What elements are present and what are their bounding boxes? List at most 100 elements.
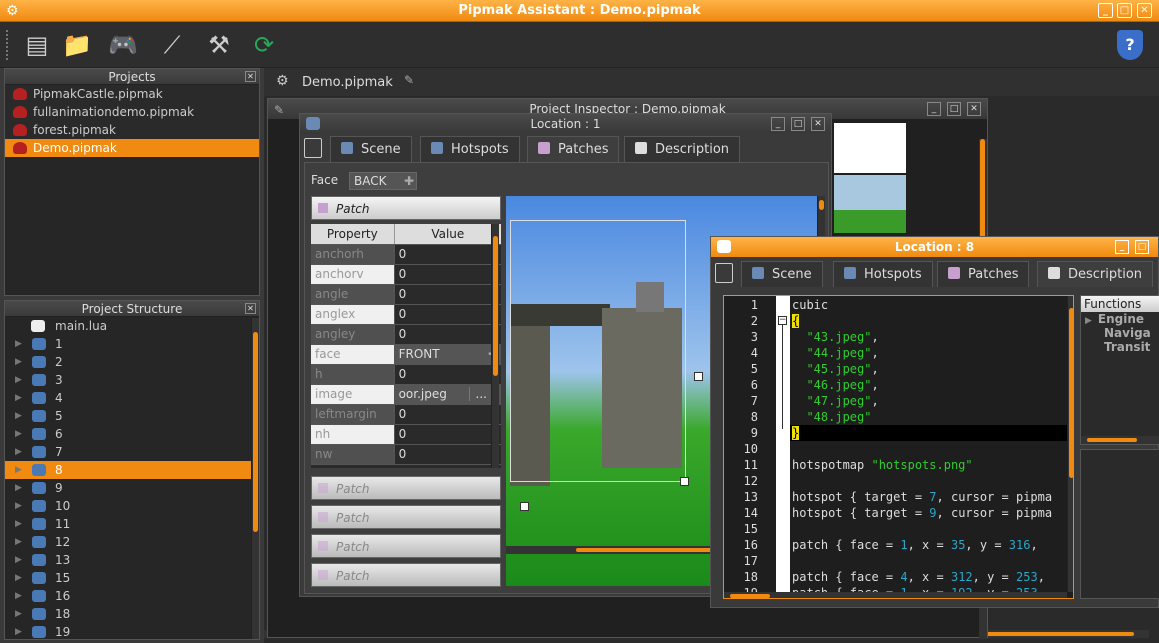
expand-arrow-icon[interactable]: ▶ xyxy=(15,335,22,353)
column-header-property[interactable]: Property xyxy=(311,224,395,245)
structure-item-location[interactable]: ▶ 9 xyxy=(5,479,259,497)
code-line[interactable]: hotspotmap "hotspots.png" xyxy=(792,457,1072,473)
tab-scene[interactable]: Scene xyxy=(741,261,823,287)
code-line[interactable]: "46.jpeg", xyxy=(792,377,1072,393)
location-1-maximize-button[interactable]: □ xyxy=(791,117,805,131)
tab-patches[interactable]: Patches xyxy=(937,261,1030,287)
expand-arrow-icon[interactable]: ▶ xyxy=(15,569,22,587)
close-button[interactable]: ✕ xyxy=(1137,3,1152,18)
expand-arrow-icon[interactable]: ▶ xyxy=(15,407,22,425)
property-row[interactable]: anglex 0 xyxy=(311,304,501,325)
code-line[interactable]: hotspot { target = 9, cursor = pipma xyxy=(792,505,1072,521)
tab-hotspots[interactable]: Hotspots xyxy=(833,261,933,287)
functions-hscrollbar[interactable] xyxy=(1081,436,1159,444)
property-value[interactable]: FRONT✚ xyxy=(393,344,501,365)
property-value[interactable]: oor.jpeg... xyxy=(393,384,501,405)
fold-toggle[interactable]: − xyxy=(778,316,787,325)
save-icon[interactable] xyxy=(715,263,733,283)
property-value[interactable]: 0 xyxy=(393,404,501,425)
property-row[interactable]: angley 0 xyxy=(311,324,501,345)
expand-arrow-icon[interactable]: ▶ xyxy=(15,353,22,371)
property-value[interactable]: 0 xyxy=(393,424,501,445)
structure-item-location[interactable]: ▶ 5 xyxy=(5,407,259,425)
expand-arrow-icon[interactable]: ▶ xyxy=(15,551,22,569)
location-8-minimize-button[interactable]: _ xyxy=(1115,240,1129,254)
property-row[interactable]: faceFRONT✚ xyxy=(311,344,501,365)
new-project-icon[interactable]: ▤ xyxy=(20,28,54,62)
expand-arrow-icon[interactable]: ▶ xyxy=(15,389,22,407)
structure-item-location[interactable]: ▶ 19 xyxy=(5,623,259,639)
patch-item[interactable]: Patch xyxy=(311,563,501,587)
column-header-value[interactable]: Value xyxy=(393,224,501,245)
patch-item[interactable]: Patch xyxy=(311,534,501,558)
code-line[interactable] xyxy=(792,553,1072,569)
handle[interactable] xyxy=(694,372,703,381)
location-1-close-button[interactable]: ✕ xyxy=(811,117,825,131)
expand-arrow-icon[interactable]: ▶ xyxy=(15,479,22,497)
patch-selection-box[interactable] xyxy=(510,220,686,482)
property-value[interactable]: 0 xyxy=(393,244,501,265)
structure-item-main-lua[interactable]: main.lua xyxy=(5,317,259,335)
tools-icon[interactable]: ⚒ xyxy=(202,28,236,62)
property-scrollbar[interactable] xyxy=(491,224,499,468)
inspector-minimize-button[interactable]: _ xyxy=(927,102,941,116)
structure-item-location[interactable]: ▶ 8 xyxy=(5,461,259,479)
property-row[interactable]: nh 0 xyxy=(311,424,501,445)
expand-arrow-icon[interactable]: ▶ xyxy=(15,623,22,639)
property-row[interactable]: leftmargin 0 xyxy=(311,404,501,425)
expand-arrow-icon[interactable]: ▶ xyxy=(15,425,22,443)
code-hscrollbar[interactable] xyxy=(724,592,1067,598)
browse-image-button[interactable]: ... xyxy=(468,387,493,401)
project-item[interactable]: fullanimationdemo.pipmak xyxy=(5,103,259,121)
expand-arrow-icon[interactable]: ▶ xyxy=(15,587,22,605)
expand-arrow-icon[interactable]: ▶ xyxy=(15,461,22,479)
property-value[interactable]: 0 xyxy=(393,264,501,285)
structure-item-location[interactable]: ▶ 11 xyxy=(5,515,259,533)
tab-scene[interactable]: Scene xyxy=(330,136,412,162)
save-icon[interactable] xyxy=(304,138,322,158)
tab-description[interactable]: Description xyxy=(1037,261,1154,287)
code-line[interactable]: "47.jpeg", xyxy=(792,393,1072,409)
structure-item-location[interactable]: ▶ 4 xyxy=(5,389,259,407)
open-folder-icon[interactable]: 📁 xyxy=(60,28,94,62)
probe-icon[interactable]: ⟋ xyxy=(155,28,189,62)
function-item[interactable]: Naviga xyxy=(1081,326,1159,340)
structure-item-location[interactable]: ▶ 15 xyxy=(5,569,259,587)
code-editor[interactable]: 12345678910111213141516171819 − cubic{ "… xyxy=(723,295,1074,599)
code-line[interactable] xyxy=(792,473,1072,489)
inspector-close-button[interactable]: ✕ xyxy=(967,102,981,116)
function-item[interactable]: ▶ Engine xyxy=(1081,312,1159,326)
code-line[interactable]: "48.jpeg" xyxy=(792,409,1072,425)
code-vscrollbar[interactable] xyxy=(1067,296,1073,592)
document-pin-icon[interactable]: ✎ xyxy=(404,73,414,87)
property-value[interactable]: 0 xyxy=(393,304,501,325)
code-line[interactable]: patch { face = 1, x = 35, y = 316, xyxy=(792,537,1072,553)
function-item[interactable]: Transit xyxy=(1081,340,1159,354)
patch-header[interactable]: Patch xyxy=(311,196,501,220)
property-row[interactable]: nw 0 xyxy=(311,444,501,465)
help-shield-icon[interactable]: ? xyxy=(1117,30,1143,60)
code-line[interactable] xyxy=(792,521,1072,537)
expand-arrow-icon[interactable]: ▶ xyxy=(15,371,22,389)
maximize-button[interactable]: □ xyxy=(1117,3,1132,18)
expand-arrow-icon[interactable]: ▶ xyxy=(15,533,22,551)
document-tab-label[interactable]: Demo.pipmak xyxy=(302,75,393,90)
expand-arrow-icon[interactable]: ▶ xyxy=(1085,316,1092,326)
property-value[interactable]: 0 xyxy=(393,444,501,465)
property-value[interactable]: 0 xyxy=(393,364,501,385)
structure-item-location[interactable]: ▶ 13 xyxy=(5,551,259,569)
structure-item-location[interactable]: ▶ 12 xyxy=(5,533,259,551)
structure-item-location[interactable]: ▶ 16 xyxy=(5,587,259,605)
preview-vscroll-thumb[interactable] xyxy=(819,200,824,210)
tab-patches[interactable]: Patches xyxy=(527,136,620,162)
document-gear-icon[interactable]: ⚙ xyxy=(276,73,289,89)
code-line[interactable]: "44.jpeg", xyxy=(792,345,1072,361)
face-select[interactable]: BACK ✚ xyxy=(349,172,417,190)
tab-description[interactable]: Description xyxy=(624,136,741,162)
structure-item-location[interactable]: ▶ 6 xyxy=(5,425,259,443)
structure-item-location[interactable]: ▶ 2 xyxy=(5,353,259,371)
project-item[interactable]: PipmakCastle.pipmak xyxy=(5,85,259,103)
code-line[interactable]: "45.jpeg", xyxy=(792,361,1072,377)
projects-panel-close-icon[interactable]: ✕ xyxy=(245,71,256,82)
inspector-maximize-button[interactable]: □ xyxy=(947,102,961,116)
